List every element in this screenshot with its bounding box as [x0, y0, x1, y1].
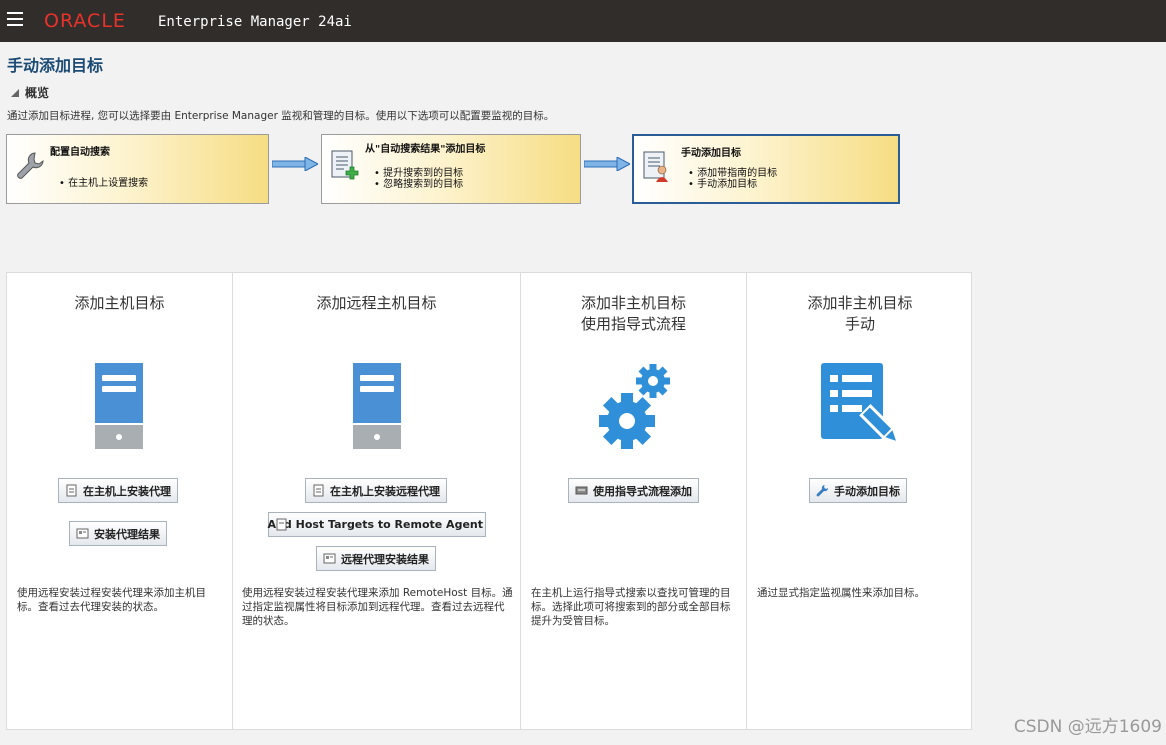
card-description: 使用远程安装过程安装代理来添加主机目标。查看过去代理安装的状态。: [17, 587, 206, 613]
form-icon: [575, 486, 588, 495]
flow-step-item: 忽略搜索到的目标: [374, 179, 463, 190]
gears-icon: [599, 364, 670, 449]
card-description: 使用远程安装过程安装代理来添加 RemoteHost 目标。通过指定监视属性将目…: [242, 587, 513, 627]
card-title: 添加远程主机目标: [316, 294, 437, 312]
flow-step-title: 手动添加目标: [681, 148, 741, 159]
agent-results-button[interactable]: 安装代理结果: [69, 521, 167, 546]
watermark: CSDN @远方1609: [1013, 717, 1162, 737]
flow-step-item: 添加带指南的目标: [688, 168, 777, 179]
product-name: Enterprise Manager 24ai: [158, 14, 352, 30]
document-icon: [66, 484, 77, 497]
card-title-line1: 添加非主机目标: [580, 294, 686, 312]
wrench-icon: [17, 152, 44, 179]
add-host-targets-remote-agent-button[interactable]: Add Host Targets to Remote Agent: [268, 512, 486, 537]
hamburger-icon[interactable]: [7, 12, 23, 26]
page-title: 手动添加目标: [7, 56, 104, 75]
overview-section-toggle[interactable]: 概览: [11, 84, 49, 101]
server-icon: [95, 363, 143, 449]
document-icon: [313, 484, 324, 497]
collapse-triangle-icon: [11, 89, 19, 97]
guided-flow-add-button[interactable]: 使用指导式流程添加: [568, 478, 699, 503]
flow-step-item: 手动添加目标: [688, 179, 777, 190]
flow-arrow-icon: [584, 157, 630, 171]
oracle-logo[interactable]: ORACLE: [44, 10, 126, 32]
agent-results-button-label: 安装代理结果: [94, 527, 160, 541]
report-icon: [76, 528, 89, 539]
manual-add-target-button-label: 手动添加目标: [834, 484, 900, 498]
manual-add-target-button[interactable]: 手动添加目标: [809, 478, 907, 503]
wrench-icon: [816, 484, 829, 497]
add-target-options-panel: 添加主机目标 在主机上安装代理 安装代理结果 使用远程安装过程安装代理来添加主机…: [6, 272, 972, 730]
add-host-targets-remote-agent-button-label: Add Host Targets to Remote Agent: [267, 518, 483, 531]
flow-step-discovery-results: 从"自动搜索结果"添加目标 提升搜索到的目标 忽略搜索到的目标: [321, 134, 581, 204]
card-description: 在主机上运行指导式搜索以查找可管理的目标。选择此项可将搜索到的部分或全部目标提升…: [531, 587, 731, 627]
install-agent-button[interactable]: 在主机上安装代理: [58, 478, 178, 503]
remote-agent-results-button[interactable]: 远程代理安装结果: [316, 546, 436, 571]
top-bar: ORACLE Enterprise Manager 24ai: [0, 0, 1166, 42]
flow-step-item: 提升搜索到的目标: [374, 168, 463, 179]
flow-step-item: 在主机上设置搜索: [59, 178, 148, 189]
flow-step-title: 从"自动搜索结果"添加目标: [365, 144, 486, 155]
card-title: 添加主机目标: [74, 294, 165, 312]
server-icon: [353, 363, 401, 449]
card-add-remote-host-target: 添加远程主机目标 在主机上安装远程代理 Add Host Targets to …: [233, 273, 521, 729]
manual-target-icon: [643, 151, 668, 182]
document-icon: [276, 518, 287, 531]
guided-flow-add-button-label: 使用指导式流程添加: [593, 484, 692, 498]
card-title-line2: 使用指导式流程: [580, 315, 686, 333]
overview-label: 概览: [25, 86, 50, 100]
install-remote-agent-button-label: 在主机上安装远程代理: [330, 484, 440, 498]
install-agent-button-label: 在主机上安装代理: [83, 484, 171, 498]
page-description: 通过添加目标进程, 您可以选择要由 Enterprise Manager 监视和…: [7, 110, 555, 122]
report-icon: [323, 553, 336, 564]
card-title: 添加非主机目标 手动: [747, 293, 973, 335]
card-add-nonhost-manual: 添加非主机目标 手动 手动添加目标 通过显式指定监视属性来添加目标。: [747, 273, 973, 729]
card-add-host-target: 添加主机目标 在主机上安装代理 安装代理结果 使用远程安装过程安装代理来添加主机…: [7, 273, 233, 729]
card-description: 通过显式指定监视属性来添加目标。: [757, 587, 925, 599]
add-list-icon: [331, 150, 359, 180]
card-title-line1: 添加非主机目标: [807, 294, 913, 312]
install-remote-agent-button[interactable]: 在主机上安装远程代理: [305, 478, 447, 503]
edit-list-icon: [821, 363, 899, 444]
flow-step-title: 配置自动搜索: [50, 147, 110, 158]
card-title-line2: 手动: [844, 315, 875, 333]
flow-step-manual-add: 手动添加目标 添加带指南的目标 手动添加目标: [632, 134, 900, 204]
remote-agent-results-button-label: 远程代理安装结果: [341, 552, 429, 566]
card-add-nonhost-guided: 添加非主机目标 使用指导式流程 使用指导式流程添加 在主机上运行指导式搜索以查找…: [521, 273, 747, 729]
flow-step-auto-discovery: 配置自动搜索 在主机上设置搜索: [6, 134, 269, 204]
flow-arrow-icon: [272, 157, 318, 171]
card-title: 添加非主机目标 使用指导式流程: [521, 293, 746, 335]
